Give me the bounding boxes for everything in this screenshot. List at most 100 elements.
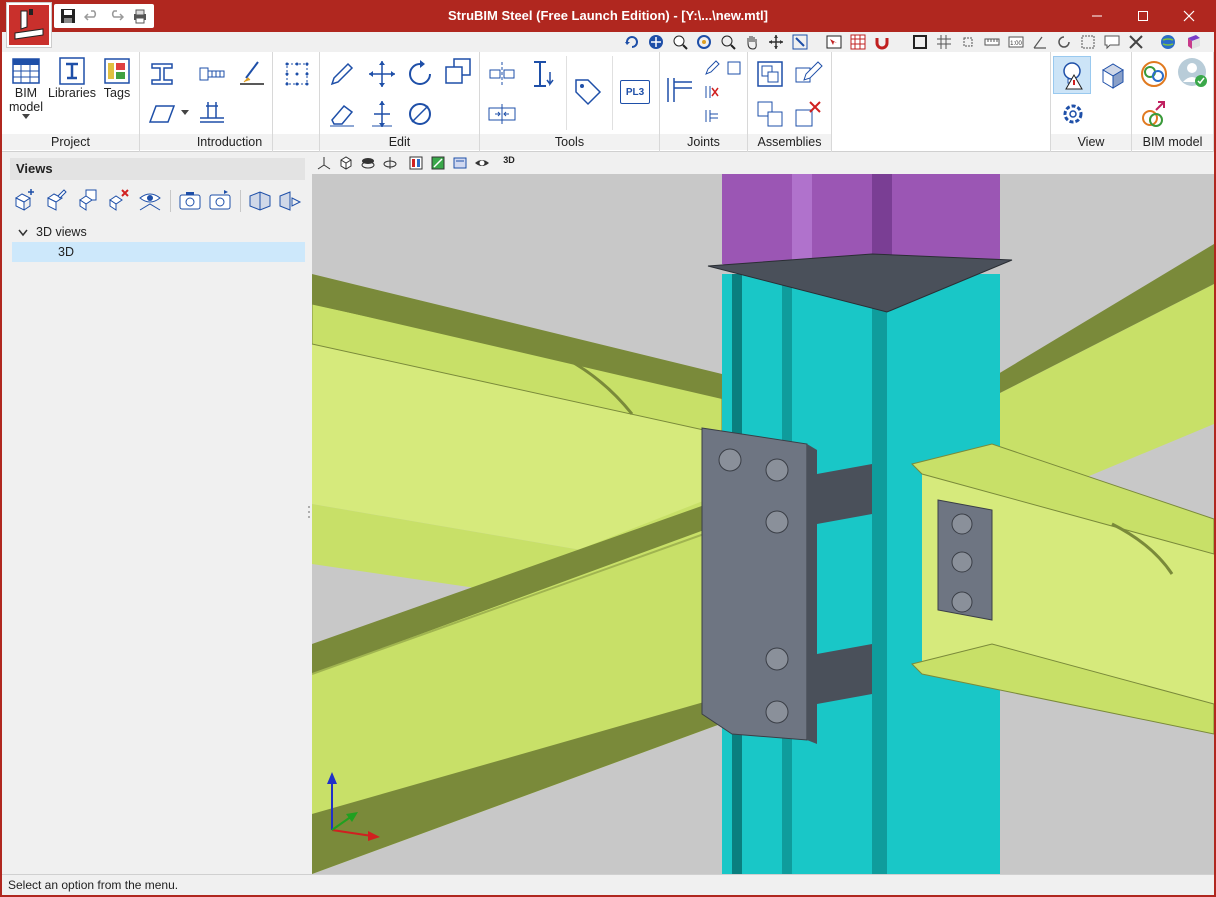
cube-view-icon[interactable] <box>338 155 354 171</box>
3d-box-icon[interactable] <box>1097 60 1129 92</box>
section-view-2-icon[interactable] <box>278 188 302 212</box>
pl3-button[interactable]: PL3 <box>620 80 650 104</box>
rotate-copy-icon[interactable] <box>404 98 436 130</box>
ruler-icon[interactable] <box>984 34 1000 50</box>
assembly-edit-icon[interactable] <box>792 58 824 90</box>
joint-sheet-icon[interactable] <box>726 60 742 76</box>
app-logo-button[interactable] <box>6 2 52 48</box>
profile-cut-icon[interactable] <box>528 58 560 90</box>
hand-icon[interactable] <box>744 34 760 50</box>
tags-button[interactable]: Tags <box>98 56 136 100</box>
grid-select-icon[interactable] <box>850 34 866 50</box>
pan-view-icon[interactable] <box>648 34 664 50</box>
copy-icon[interactable] <box>442 56 474 88</box>
grid-icon[interactable] <box>936 34 952 50</box>
joint-icon[interactable] <box>664 74 696 106</box>
tree-group-3d-views[interactable]: 3D views <box>12 222 305 242</box>
angle-icon[interactable] <box>1032 34 1048 50</box>
move-icon[interactable] <box>366 58 398 90</box>
color-filter-icon[interactable] <box>408 155 424 171</box>
bim-sync-icon[interactable] <box>1138 58 1170 90</box>
3d-viewport[interactable] <box>312 174 1214 874</box>
undo-icon[interactable] <box>82 6 102 26</box>
magnet-icon[interactable] <box>874 34 890 50</box>
tools-icon[interactable] <box>1128 34 1144 50</box>
left-end-plate <box>701 427 808 741</box>
orbit-icon[interactable] <box>768 34 784 50</box>
camera-icon[interactable] <box>178 188 202 212</box>
rotate-icon[interactable] <box>404 58 436 90</box>
tag-icon[interactable] <box>572 76 604 108</box>
rotate-view-icon[interactable] <box>624 34 640 50</box>
print-icon[interactable] <box>130 6 150 26</box>
group-label-bim-model: BIM model <box>1132 134 1213 150</box>
split-icon[interactable] <box>486 98 518 130</box>
sheet-icon[interactable] <box>452 155 468 171</box>
section-view-icon[interactable] <box>248 188 272 212</box>
assembly-split-icon[interactable] <box>754 98 786 130</box>
warnings-view-button[interactable] <box>1053 56 1091 94</box>
bolt-icon[interactable] <box>196 58 228 90</box>
refresh-icon[interactable] <box>1056 34 1072 50</box>
scale-icon[interactable]: 1:00 <box>1008 34 1024 50</box>
save-icon[interactable] <box>58 6 78 26</box>
area-icon[interactable] <box>1080 34 1096 50</box>
libraries-button[interactable]: Libraries <box>48 56 96 100</box>
edit-view-icon[interactable] <box>44 188 68 212</box>
weld-icon[interactable] <box>236 58 268 90</box>
align-icon[interactable] <box>486 58 518 90</box>
joint-edit-icon[interactable] <box>704 60 720 76</box>
eraser-icon[interactable] <box>326 98 358 130</box>
user-check-icon[interactable] <box>1176 56 1208 88</box>
frame-view-icon[interactable] <box>912 34 928 50</box>
redo-icon[interactable] <box>106 6 126 26</box>
plate-icon[interactable] <box>146 98 178 130</box>
group-label-tools: Tools <box>480 134 659 150</box>
maximize-button[interactable] <box>1120 0 1166 32</box>
settings-gear-icon[interactable] <box>1057 98 1089 130</box>
joint-list-icon[interactable] <box>704 108 720 124</box>
zoom-window-icon[interactable] <box>720 34 736 50</box>
tree-item-3d[interactable]: 3D <box>12 242 305 262</box>
ribbon: BIM model Libraries Tags Project Introdu… <box>2 52 1214 152</box>
stretch-icon[interactable] <box>366 98 398 130</box>
bim-model-button[interactable]: BIM model <box>6 56 46 119</box>
comment-icon[interactable] <box>1104 34 1120 50</box>
steel-profile-icon[interactable] <box>146 58 178 90</box>
zoom-refresh-icon[interactable] <box>696 34 712 50</box>
snap-points-icon[interactable] <box>960 34 976 50</box>
ribbon-group-project: BIM model Libraries Tags Project <box>2 52 140 152</box>
group-label-joints: Joints <box>660 134 747 150</box>
ribbon-group-edit: Edit <box>320 52 480 152</box>
3d-mode-button[interactable]: 3D <box>500 155 518 171</box>
bim-share-icon[interactable] <box>1138 98 1170 130</box>
close-button[interactable] <box>1166 0 1212 32</box>
views-toolbar-separator-1 <box>170 190 171 212</box>
delete-view-icon[interactable] <box>106 188 130 212</box>
minimize-button[interactable] <box>1074 0 1120 32</box>
grid-points-icon[interactable] <box>281 58 313 90</box>
view-visibility-icon[interactable] <box>138 188 162 212</box>
joint-delete-icon[interactable] <box>704 84 720 100</box>
assembly-icon[interactable] <box>754 58 786 90</box>
chevron-down-icon <box>18 229 28 236</box>
layers-icon[interactable] <box>360 155 376 171</box>
views-panel-header: Views <box>10 158 305 180</box>
assembly-delete-icon[interactable] <box>792 98 824 130</box>
pencil-icon[interactable] <box>326 58 358 90</box>
green-filter-icon[interactable] <box>430 155 446 171</box>
camera-save-icon[interactable] <box>208 188 232 212</box>
zoom-extents-icon[interactable] <box>792 34 808 50</box>
help-book-icon[interactable] <box>1186 34 1202 50</box>
eye-icon[interactable] <box>474 155 490 171</box>
new-view-icon[interactable] <box>12 188 36 212</box>
rotate-3d-icon[interactable] <box>382 155 398 171</box>
axes-icon[interactable] <box>316 155 332 171</box>
libraries-label: Libraries <box>48 86 96 100</box>
base-plate-icon[interactable] <box>196 98 228 130</box>
copy-view-icon[interactable] <box>76 188 100 212</box>
zoom-x2-icon[interactable] <box>672 34 688 50</box>
select-icon[interactable] <box>826 34 842 50</box>
plate-dropdown-icon[interactable] <box>181 110 189 115</box>
globe-icon[interactable] <box>1160 34 1176 50</box>
